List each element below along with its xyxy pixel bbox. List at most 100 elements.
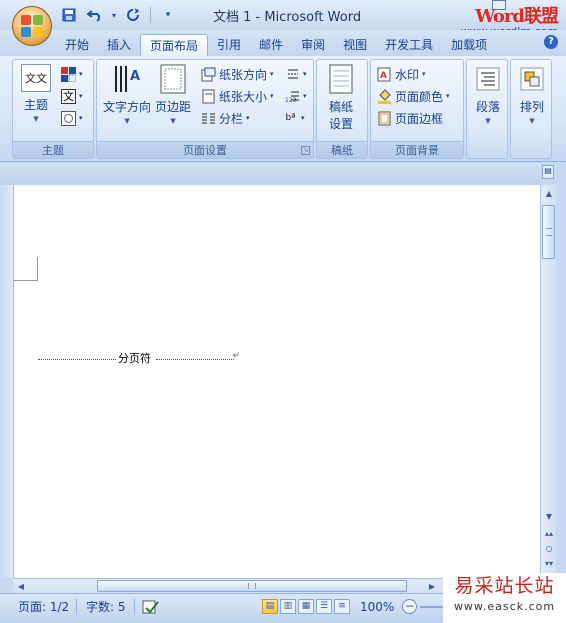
theme-fonts-button[interactable]: 文 ▾ — [61, 86, 83, 106]
watermark-button[interactable]: A 水印 ▾ — [377, 64, 426, 84]
proofing-check-icon — [142, 600, 160, 618]
tab-references[interactable]: 引用 — [208, 34, 250, 56]
theme-effects-button[interactable]: ▾ — [61, 108, 83, 128]
arrow-down-icon: ▼ — [545, 512, 553, 521]
horizontal-scroll-thumb[interactable] — [97, 580, 407, 592]
manuscript-settings-button[interactable]: 稿纸 设置 — [326, 64, 356, 132]
status-separator — [76, 599, 77, 615]
svg-text:A: A — [130, 69, 140, 84]
group-label-manuscript: 稿纸 — [317, 141, 367, 158]
page-borders-button[interactable]: 页面边框 — [377, 108, 443, 128]
chevron-down-icon: ▾ — [270, 70, 274, 78]
browse-object-icon: ○ — [545, 544, 553, 553]
themes-button[interactable]: 文文 主题 ▼ — [21, 64, 51, 123]
proofing-status-button[interactable] — [142, 599, 160, 619]
tab-review[interactable]: 审阅 — [292, 34, 334, 56]
svg-text:A: A — [380, 71, 387, 81]
office-button[interactable] — [12, 6, 52, 46]
help-icon[interactable]: ? — [544, 35, 558, 49]
size-button[interactable]: 纸张大小 ▾ — [201, 86, 274, 106]
tab-mailings[interactable]: 邮件 — [250, 34, 292, 56]
quick-access-toolbar: ▾ ▾ — [58, 6, 179, 24]
line-numbers-button[interactable]: 123 ▾ — [285, 86, 307, 106]
page-break-line-left — [38, 359, 116, 360]
scroll-right-button[interactable]: ▶ — [425, 580, 439, 593]
watermark-label: 水印 — [395, 67, 420, 82]
redo-button[interactable] — [122, 6, 144, 24]
page-corner-mark — [14, 257, 38, 281]
page-borders-icon — [377, 111, 392, 126]
themes-button-label: 主题 — [23, 98, 48, 112]
paragraph-button[interactable]: 段落 ▼ — [473, 64, 503, 125]
chevron-down-icon: ▾ — [422, 70, 426, 78]
view-outline-button[interactable]: ☰ — [316, 599, 332, 614]
zoom-level-button[interactable]: 100% — [360, 599, 394, 615]
document-page[interactable]: 分页符 ↵ — [13, 185, 540, 578]
hyphenation-button[interactable]: bª ▾ — [283, 108, 305, 128]
group-page-background: A 水印 ▾ 页面颜色 ▾ 页面边框 页面背景 — [370, 59, 464, 159]
arrange-icon — [517, 64, 547, 94]
margins-icon — [158, 64, 188, 94]
undo-dropdown[interactable]: ▾ — [110, 6, 118, 24]
select-browse-object-button[interactable]: ○ — [543, 543, 555, 555]
tab-add-ins[interactable]: 加载项 — [442, 34, 496, 56]
view-web-layout-button[interactable]: ▦ — [298, 599, 314, 614]
group-themes: 文文 主题 ▼ ▾ 文 ▾ ▾ 主题 — [12, 59, 94, 159]
zoom-out-button[interactable]: − — [402, 599, 417, 614]
ruler-bar — [0, 163, 540, 185]
size-label: 纸张大小 — [219, 89, 268, 104]
text-direction-button[interactable]: A 文字方向 ▼ — [103, 64, 151, 125]
page-color-button[interactable]: 页面颜色 ▾ — [377, 86, 450, 106]
chevron-down-icon: ▼ — [485, 117, 491, 125]
word-count-status[interactable]: 字数: 5 — [86, 599, 126, 615]
page-setup-dialog-launcher[interactable]: ↘ — [301, 146, 310, 155]
title-bar: ▾ ▾ 文档 1 - Microsoft Word Word联盟 www.wor… — [0, 0, 566, 38]
scroll-down-button[interactable]: ▼ — [543, 510, 555, 524]
arrange-button[interactable]: 排列 ▼ — [517, 64, 547, 125]
chevron-down-icon: ▼ — [124, 117, 130, 125]
grip-icon — [248, 583, 256, 589]
vertical-scrollbar[interactable]: ▲ ▼ ▴▴ ○ ▾▾ — [540, 185, 556, 578]
minus-icon: − — [404, 599, 415, 613]
tab-home[interactable]: 开始 — [56, 34, 98, 56]
tab-view[interactable]: 视图 — [334, 34, 376, 56]
view-full-screen-reading-button[interactable]: ▥ — [280, 599, 296, 614]
orientation-button[interactable]: 纸张方向 ▾ — [201, 64, 274, 84]
chevron-down-icon: ▾ — [79, 92, 83, 100]
theme-colors-button[interactable]: ▾ — [61, 64, 83, 84]
page-break-line-right — [156, 359, 234, 360]
dropdown-icon: ▾ — [165, 10, 171, 20]
page-break-marker: 分页符 ↵ — [38, 351, 240, 365]
manuscript-label-line1: 稿纸 — [328, 100, 353, 114]
tab-insert[interactable]: 插入 — [98, 34, 140, 56]
previous-page-button[interactable]: ▴▴ — [543, 528, 555, 540]
ribbon-tabs: 开始 插入 页面布局 引用 邮件 审阅 视图 开发工具 加载项 — [0, 30, 566, 56]
save-icon — [62, 8, 76, 22]
next-page-button[interactable]: ▾▾ — [543, 558, 555, 570]
arrow-right-icon: ▶ — [428, 582, 436, 591]
orientation-label: 纸张方向 — [219, 67, 268, 82]
scroll-up-button[interactable]: ▲ — [543, 187, 555, 201]
paper-size-icon — [201, 89, 216, 104]
ribbon: 文文 主题 ▼ ▾ 文 ▾ ▾ 主题 A 文字方向 ▼ 页边距 ▼ 纸张方向 ▾… — [0, 56, 566, 162]
margins-label: 页边距 — [155, 100, 192, 114]
view-print-layout-button[interactable]: ▤ — [262, 599, 278, 614]
group-label-page-setup: 页面设置 — [97, 141, 313, 158]
page-count-status[interactable]: 页面: 1/2 — [18, 599, 69, 615]
tab-developer[interactable]: 开发工具 — [376, 34, 442, 56]
double-down-icon: ▾▾ — [544, 559, 554, 568]
breaks-button[interactable]: ▾ — [285, 64, 307, 84]
columns-button[interactable]: 分栏 ▾ — [201, 108, 250, 128]
scroll-left-button[interactable]: ◀ — [14, 580, 28, 593]
view-ruler-button[interactable]: ▤ — [542, 165, 554, 179]
margins-button[interactable]: 页边距 ▼ — [155, 64, 191, 125]
tab-page-layout[interactable]: 页面布局 — [140, 34, 209, 56]
paragraph-label: 段落 — [475, 100, 500, 114]
view-draft-button[interactable]: ≡ — [334, 599, 350, 614]
save-button[interactable] — [58, 6, 80, 24]
vertical-scroll-thumb[interactable] — [542, 205, 555, 259]
arrange-label: 排列 — [519, 100, 544, 114]
undo-button[interactable] — [84, 6, 106, 24]
customize-qat-button[interactable]: ▾ — [157, 6, 179, 24]
paragraph-icon — [473, 64, 503, 94]
